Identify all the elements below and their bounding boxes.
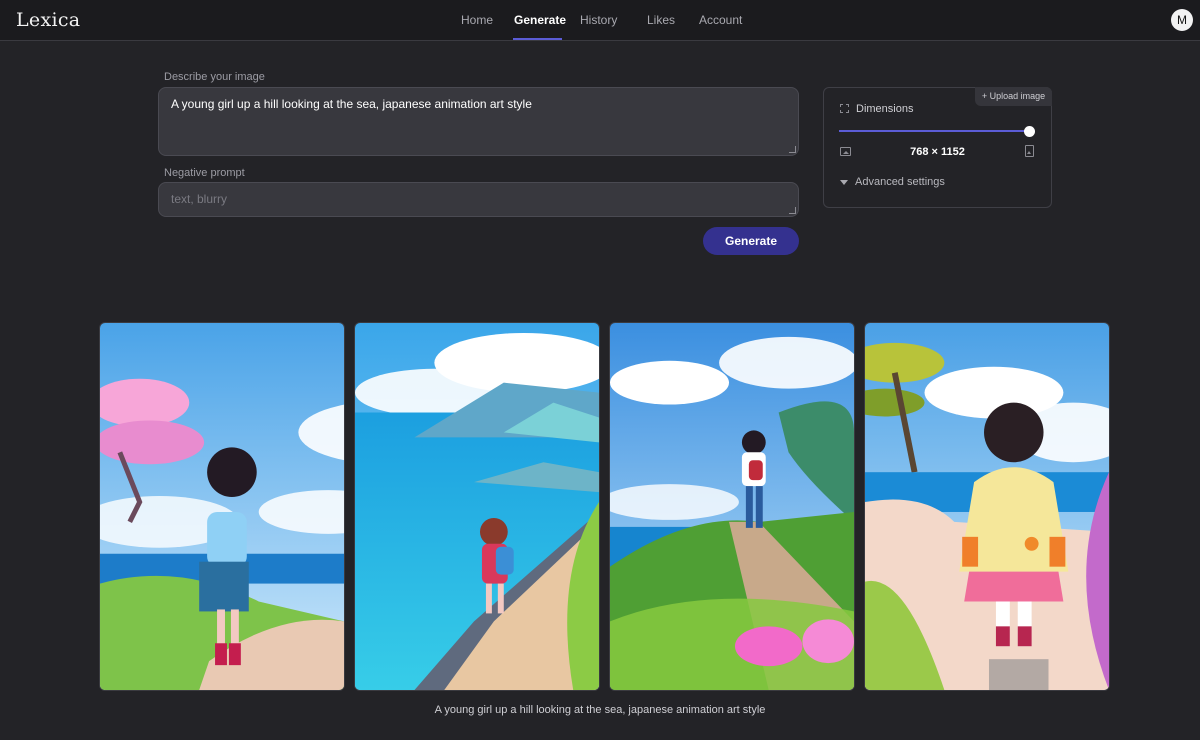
advanced-settings-toggle[interactable]: Advanced settings: [855, 176, 945, 188]
nav-account[interactable]: Account: [699, 13, 742, 27]
negative-prompt-label: Negative prompt: [164, 167, 245, 179]
prompt-input[interactable]: [158, 87, 799, 156]
results-caption: A young girl up a hill looking at the se…: [434, 704, 766, 716]
main-nav: Home Generate History Likes Account: [0, 0, 1200, 41]
top-nav-bar: Lexica Home Generate History Likes Accou…: [0, 0, 1200, 41]
girl-on-hill-illustration: [100, 323, 344, 690]
dimensions-slider-thumb[interactable]: [1024, 126, 1035, 137]
dimensions-icon: [840, 104, 849, 113]
nav-history[interactable]: History: [580, 13, 617, 27]
nav-likes[interactable]: Likes: [647, 13, 675, 27]
girl-on-path-illustration: [610, 323, 854, 690]
generated-image-3[interactable]: [609, 322, 855, 691]
dimensions-slider-track[interactable]: [839, 130, 1029, 132]
chevron-down-icon[interactable]: [840, 180, 848, 185]
user-avatar[interactable]: M: [1171, 9, 1193, 31]
prompt-resize-handle[interactable]: [789, 146, 796, 153]
prompt-label: Describe your image: [164, 71, 265, 83]
generated-image-1[interactable]: [99, 322, 345, 691]
negative-prompt-input[interactable]: [158, 182, 799, 217]
generated-image-4[interactable]: [864, 322, 1110, 691]
generate-button[interactable]: Generate: [703, 227, 799, 255]
generated-image-2[interactable]: [354, 322, 600, 691]
portrait-image-icon[interactable]: [1025, 145, 1034, 157]
nav-home[interactable]: Home: [461, 13, 493, 27]
nav-generate[interactable]: Generate: [514, 13, 566, 27]
girl-in-yellow-coat-illustration: [865, 323, 1109, 690]
dimensions-label: Dimensions: [856, 103, 914, 115]
active-tab-indicator: [513, 38, 562, 40]
upload-image-button[interactable]: + Upload image: [975, 87, 1052, 106]
dimensions-value: 768 × 1152: [910, 146, 965, 158]
girl-on-boardwalk-illustration: [355, 323, 599, 690]
landscape-image-icon[interactable]: [840, 147, 851, 156]
negative-resize-handle[interactable]: [789, 207, 796, 214]
